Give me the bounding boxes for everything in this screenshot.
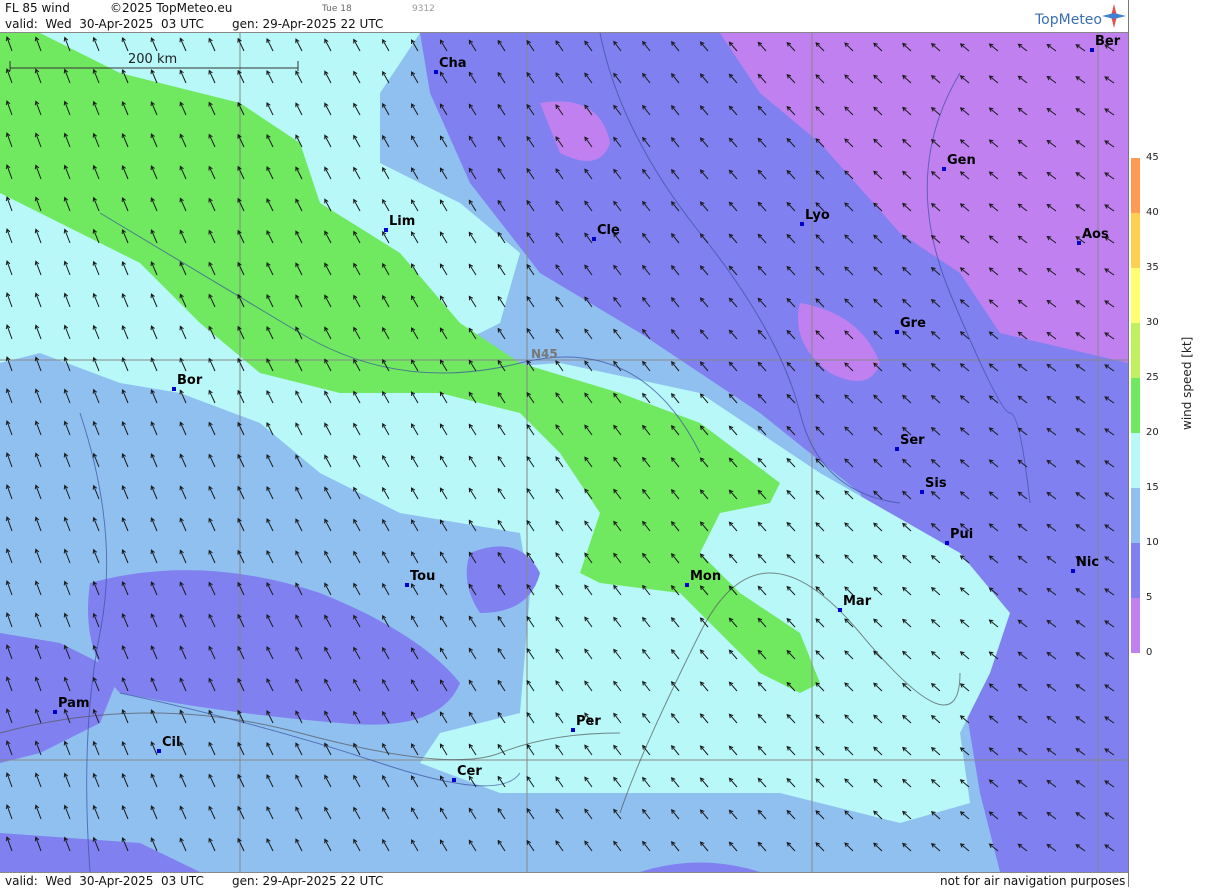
topmeteo-logo: TopMeteo bbox=[1035, 12, 1102, 28]
city-marker bbox=[1071, 569, 1075, 573]
city-label: Sis bbox=[925, 476, 947, 491]
city-label: Cer bbox=[457, 764, 482, 779]
city-label: Gre bbox=[900, 316, 926, 331]
city-marker bbox=[838, 608, 842, 612]
city-label: Ber bbox=[1095, 34, 1121, 49]
legend-tick: 5 bbox=[1146, 592, 1153, 603]
city-marker bbox=[53, 710, 57, 714]
footer-generated-time: gen: 29-Apr-2025 22 UTC bbox=[232, 874, 384, 888]
city-label: Cil bbox=[162, 735, 181, 750]
city-label: Aos bbox=[1082, 227, 1109, 242]
city-marker bbox=[434, 70, 438, 74]
footer-bar: valid: Wed 30-Apr-2025 03 UTC gen: 29-Ap… bbox=[0, 872, 1128, 888]
disclaimer: not for air navigation purposes bbox=[940, 874, 1126, 888]
city-marker bbox=[895, 330, 899, 334]
city-label: Per bbox=[576, 714, 601, 729]
city-label: Tou bbox=[410, 569, 436, 584]
generated-time: gen: 29-Apr-2025 22 UTC bbox=[232, 17, 384, 31]
city-marker bbox=[800, 222, 804, 226]
legend-swatch bbox=[1131, 213, 1140, 268]
city-marker bbox=[895, 447, 899, 451]
legend-tick: 10 bbox=[1146, 537, 1159, 548]
city-marker bbox=[942, 167, 946, 171]
legend-unit: wind speed [kt] bbox=[1180, 336, 1194, 430]
legend-tick: 35 bbox=[1146, 262, 1159, 273]
legend-swatch bbox=[1131, 323, 1140, 378]
city-label: Mar bbox=[843, 594, 872, 609]
scale-label: 200 km bbox=[128, 52, 178, 67]
city-marker bbox=[571, 728, 575, 732]
city-marker bbox=[172, 387, 176, 391]
legend-tick: 25 bbox=[1146, 372, 1159, 383]
header-bar: FL 85 wind ©2025 TopMeteo.eu valid: Wed … bbox=[0, 0, 1128, 33]
city-label: Bor bbox=[177, 373, 203, 388]
legend-swatch bbox=[1131, 378, 1140, 433]
city-marker bbox=[157, 749, 161, 753]
legend-tick: 40 bbox=[1146, 207, 1159, 218]
valid-time: valid: Wed 30-Apr-2025 03 UTC bbox=[5, 17, 204, 31]
legend-tick: 0 bbox=[1146, 647, 1153, 658]
legend-swatch bbox=[1131, 488, 1140, 543]
city-label: Cle bbox=[597, 223, 620, 238]
run-code: 9312 bbox=[412, 4, 435, 14]
city-marker bbox=[945, 541, 949, 545]
legend-swatch bbox=[1131, 433, 1140, 488]
legend-swatch bbox=[1131, 268, 1140, 323]
wind-map[interactable]: 200 km N45 Cha Lim Cle Lyo Gen Ber Aos G… bbox=[0, 33, 1128, 872]
city-marker bbox=[920, 490, 924, 494]
city-label: Cha bbox=[439, 56, 467, 71]
city-marker bbox=[592, 237, 596, 241]
legend-swatch bbox=[1131, 158, 1140, 213]
legend-tick: 15 bbox=[1146, 482, 1159, 493]
legend-tick: 45 bbox=[1146, 152, 1159, 163]
legend-swatch bbox=[1131, 598, 1140, 653]
product-title: FL 85 wind bbox=[5, 1, 70, 15]
city-label: Pam bbox=[58, 696, 90, 711]
city-marker bbox=[1077, 241, 1081, 245]
city-label: Pui bbox=[950, 527, 974, 542]
footer-valid-time: valid: Wed 30-Apr-2025 03 UTC bbox=[5, 874, 204, 888]
city-label: Lyo bbox=[805, 208, 830, 223]
legend-panel bbox=[1128, 0, 1219, 887]
city-label: Gen bbox=[947, 153, 976, 168]
legend-tick: 20 bbox=[1146, 427, 1159, 438]
latitude-label: N45 bbox=[531, 347, 558, 361]
legend-tick: 30 bbox=[1146, 317, 1159, 328]
city-marker bbox=[1090, 48, 1094, 52]
city-marker bbox=[384, 228, 388, 232]
city-marker bbox=[405, 583, 409, 587]
city-label: Lim bbox=[389, 214, 416, 229]
city-marker bbox=[452, 778, 456, 782]
city-label: Nic bbox=[1076, 555, 1100, 570]
city-label: Ser bbox=[900, 433, 925, 448]
compass-icon bbox=[1100, 2, 1128, 30]
copyright: ©2025 TopMeteo.eu bbox=[110, 1, 233, 15]
city-label: Mon bbox=[690, 569, 722, 584]
city-marker bbox=[685, 583, 689, 587]
legend-swatch bbox=[1131, 543, 1140, 598]
run-label: Tue 18 bbox=[322, 4, 352, 14]
